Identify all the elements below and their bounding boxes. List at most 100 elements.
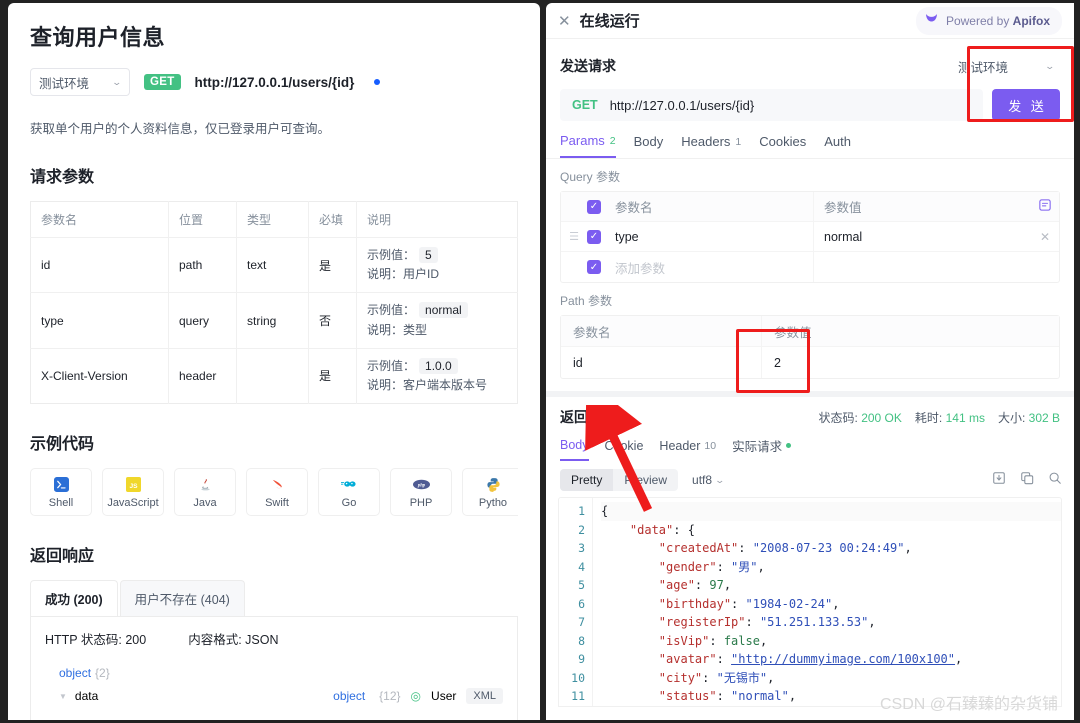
th-description: 说明 (356, 201, 518, 238)
tab-label: Cookies (759, 134, 807, 149)
result-tab-cookie[interactable]: Cookie (605, 436, 644, 461)
send-button[interactable]: 发 送 (992, 89, 1060, 121)
json-code-viewer[interactable]: 1 2 3 4 5 6 7 8 9 10 11 { "data": { "cre… (558, 497, 1062, 707)
result-tab-body[interactable]: Body (560, 436, 589, 461)
query-param-value[interactable]: normal (813, 222, 1031, 251)
tab-params[interactable]: Params 2 (560, 133, 616, 158)
result-tab-label: Cookie (604, 438, 644, 453)
line-number: 10 (571, 670, 585, 685)
query-params-label: Query 参数 (560, 170, 621, 184)
response-schema-tree: object {2} ▼ data object {12} ◎ User XML (45, 662, 503, 708)
cell-type (236, 348, 309, 404)
view-mode-preview[interactable]: Preview (613, 469, 678, 491)
xml-chip[interactable]: XML (466, 688, 503, 705)
tab-count: 2 (609, 134, 616, 147)
cell-required: 是 (308, 348, 357, 404)
download-icon[interactable] (992, 471, 1006, 490)
desc-value: 类型 (403, 322, 428, 337)
python-icon (485, 476, 502, 493)
json-viewer-toolbar: Pretty Preview utf8 ⌄ (546, 461, 1074, 497)
cell-required: 是 (308, 237, 357, 294)
add-param-value[interactable] (813, 252, 1031, 282)
request-params-heading: 请求参数 (30, 169, 95, 186)
tree-root-count: {2} (95, 666, 110, 681)
close-icon[interactable]: ✕ (558, 12, 571, 30)
result-tab-header[interactable]: Header 10 (659, 436, 716, 461)
language-card-javascript[interactable]: JS JavaScript (102, 468, 164, 517)
language-label: PHP (409, 496, 433, 509)
tab-cookies[interactable]: Cookies (759, 133, 806, 158)
result-tab-label: 实际请求 (732, 440, 783, 454)
copy-icon[interactable] (1020, 471, 1034, 490)
language-label: Java (193, 496, 217, 509)
result-tab-list: Body Cookie Header 10 实际请求 (546, 436, 1074, 461)
language-card-php[interactable]: php PHP (390, 468, 452, 517)
code-line: "createdAt": "2008-07-23 00:24:49", (658, 541, 912, 555)
language-card-go[interactable]: Go (318, 468, 380, 517)
tab-label: Headers (681, 134, 731, 149)
api-doc-panel: 查询用户信息 测试环境 ⌄ GET http://127.0.0.1/users… (8, 3, 540, 720)
query-row-checkbox[interactable]: ✓ (587, 229, 615, 244)
tree-root-row: object {2} (45, 662, 503, 684)
result-tab-label: Header (659, 438, 701, 453)
remove-row-icon[interactable]: ✕ (1031, 230, 1059, 244)
code-line: "age": 97, (658, 578, 732, 592)
tree-child-row: ▼ data object {12} ◎ User XML (45, 684, 503, 708)
query-param-row: ☰ ✓ type normal ✕ (561, 222, 1059, 252)
doc-url-row: 测试环境 ⌄ GET http://127.0.0.1/users/{id} (30, 68, 518, 96)
cell-description: 示例值： normal 说明：类型 (356, 292, 518, 349)
query-param-name[interactable]: type (615, 230, 813, 244)
response-tab-success[interactable]: 成功 (200) (30, 580, 118, 617)
http-status-label: HTTP 状态码: 200 (45, 633, 147, 648)
tab-body[interactable]: Body (634, 133, 664, 158)
encoding-label: utf8 (692, 473, 713, 487)
svg-text:php: php (416, 483, 425, 488)
line-number: 5 (578, 578, 585, 592)
powered-by-badge[interactable]: Powered by Apifox (915, 6, 1062, 35)
code-line: { (601, 502, 1061, 521)
line-number: 3 (578, 541, 585, 555)
bulk-edit-icon[interactable] (1031, 199, 1059, 214)
path-th-name: 参数名 (573, 325, 611, 340)
cell-type: text (236, 237, 309, 294)
size-meta: 大小: 302 B (997, 411, 1060, 425)
drag-handle-icon[interactable]: ☰ (561, 230, 587, 243)
example-value: 1.0.0 (419, 357, 458, 374)
result-tab-actual-request[interactable]: 实际请求 (732, 436, 792, 461)
search-icon[interactable] (1048, 471, 1062, 490)
path-params-table: 参数名 参数值 id 2 (560, 315, 1060, 379)
view-mode-pretty[interactable]: Pretty (560, 469, 614, 491)
triangle-down-icon[interactable]: ▼ (59, 692, 67, 701)
tab-auth[interactable]: Auth (824, 133, 851, 158)
line-number: 8 (578, 633, 585, 648)
response-tab-notfound[interactable]: 用户不存在 (404) (119, 580, 245, 617)
run-environment-select[interactable]: 测试环境 ⌄ (952, 53, 1060, 79)
desc-value: 客户端本版本号 (403, 377, 488, 392)
response-heading: 返回响应 (30, 548, 95, 566)
query-th-name: 参数名 (615, 201, 653, 215)
language-card-python[interactable]: Pytho (462, 468, 518, 517)
language-card-shell[interactable]: Shell (30, 468, 92, 517)
query-header-row: ✓ 参数名 参数值 (561, 192, 1059, 222)
code-line: "birthday": "1984-02-24", (658, 596, 840, 611)
check-circle-icon: ◎ (410, 689, 422, 704)
language-card-java[interactable]: Java (174, 468, 236, 517)
url-input[interactable]: GET http://127.0.0.1/users/{id} (560, 89, 983, 121)
example-value: 5 (419, 247, 438, 263)
doc-method-badge: GET (144, 74, 181, 90)
select-all-checkbox[interactable]: ✓ (587, 199, 615, 214)
request-method-label: GET (572, 98, 598, 112)
language-card-swift[interactable]: Swift (246, 468, 308, 517)
query-add-checkbox[interactable]: ✓ (587, 260, 615, 274)
desc-value: 用户ID (403, 267, 440, 282)
add-param-placeholder[interactable]: 添加参数 (615, 258, 813, 277)
tab-headers[interactable]: Headers 1 (681, 133, 741, 158)
encoding-select[interactable]: utf8 ⌄ (692, 473, 725, 487)
doc-environment-select[interactable]: 测试环境 ⌄ (30, 68, 130, 96)
path-param-value[interactable]: 2 (761, 347, 1059, 378)
language-label: Go (341, 496, 357, 509)
tab-label: Auth (824, 134, 851, 149)
elapsed-time-meta: 耗时: 141 ms (914, 411, 985, 425)
example-value: normal (419, 302, 468, 319)
request-url-value: http://127.0.0.1/users/{id} (609, 97, 755, 113)
